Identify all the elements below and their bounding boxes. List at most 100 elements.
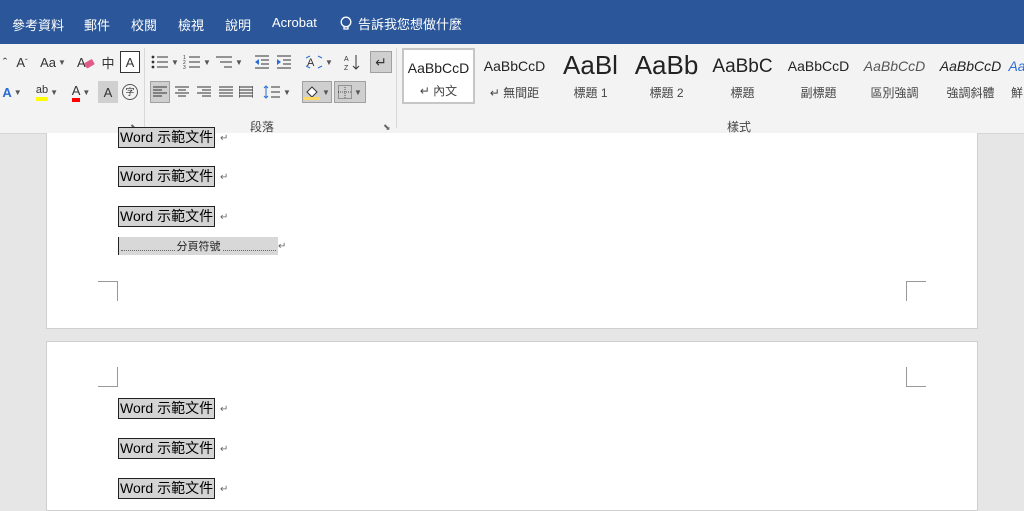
grow-font-icon[interactable]: ˆ	[0, 51, 10, 73]
borders-button[interactable]: ▼	[334, 81, 366, 103]
enclose-characters-button[interactable]: 字	[120, 81, 140, 103]
ribbon-tab-bar: 參考資料 郵件 校閱 檢視 說明 Acrobat 告訴我您想做什麼	[0, 0, 1024, 44]
chevron-down-icon: ▼	[235, 57, 243, 67]
page-break-label: 分頁符號	[176, 241, 221, 253]
style-heading-1[interactable]: AaBl 標題 1	[554, 48, 627, 104]
phonetic-guide-button[interactable]: 中	[98, 51, 118, 73]
chinese-layout-button[interactable]: A ▼	[304, 51, 334, 73]
decrease-indent-icon	[255, 55, 269, 69]
page-break-marker[interactable]: 分頁符號	[118, 237, 278, 255]
multilevel-list-button[interactable]: ▼	[214, 51, 244, 73]
style-heading-2[interactable]: AaBb 標題 2	[630, 48, 703, 104]
font-color-button[interactable]: A ▼	[66, 81, 96, 103]
paragraph-dialog-launcher-icon[interactable]: ⬊	[383, 122, 391, 133]
tab-acrobat[interactable]: Acrobat	[272, 15, 317, 30]
tab-view[interactable]: 檢視	[178, 15, 204, 34]
show-hide-marks-button[interactable]: ↵	[370, 51, 392, 73]
highlight-button[interactable]: ab ▼	[32, 81, 62, 103]
align-center-button[interactable]	[172, 81, 192, 103]
svg-text:A: A	[344, 56, 349, 63]
numbered-list-icon: 123	[183, 55, 201, 69]
distributed-button[interactable]	[236, 81, 256, 103]
paint-bucket-icon	[304, 86, 321, 100]
align-right-button[interactable]	[194, 81, 214, 103]
crop-mark	[906, 281, 926, 301]
document-page-1[interactable]	[46, 133, 978, 329]
line-spacing-icon	[263, 85, 281, 99]
ribbon-home: ˆ Aˇ Aa▼ A 中 A A▼ ab▼ A▼ A 字 ⬊ ▼ 123▼ ▼ …	[0, 44, 1024, 134]
tab-help[interactable]: 說明	[225, 15, 251, 34]
numbering-button[interactable]: 1 2 3 ▼	[182, 51, 212, 73]
decrease-indent-button[interactable]	[252, 51, 272, 73]
paragraph-mark: ↵	[220, 484, 229, 495]
text-line[interactable]: Word 示範文件	[118, 438, 216, 459]
borders-icon	[338, 85, 353, 99]
chevron-down-icon: ▼	[57, 57, 66, 67]
text-line[interactable]: Word 示範文件	[118, 398, 216, 419]
ribbon-separator	[396, 48, 397, 128]
tab-mailings[interactable]: 郵件	[84, 15, 110, 34]
chinese-layout-icon: A	[305, 55, 323, 69]
chevron-down-icon: ▼	[50, 87, 59, 97]
tab-review[interactable]: 校閱	[131, 15, 157, 34]
chevron-down-icon: ▼	[171, 57, 179, 67]
style-subtle-emphasis[interactable]: AaBbCcD 區別強調	[858, 48, 931, 104]
svg-text:A: A	[77, 55, 86, 70]
style-intense-emphasis[interactable]: Aa 鮮	[1002, 48, 1024, 104]
shading-button[interactable]: ▼	[302, 81, 332, 103]
style-subtitle[interactable]: AaBbCcD 副標題	[782, 48, 855, 104]
chevron-down-icon: ▼	[322, 87, 330, 97]
style-title[interactable]: AaBbC 標題	[706, 48, 779, 104]
paragraph-mark-icon: ↵	[375, 53, 387, 70]
shrink-font-button[interactable]: Aˇ	[12, 51, 32, 73]
increase-indent-icon	[277, 55, 291, 69]
text-line[interactable]: Word 示範文件	[118, 166, 216, 187]
text-line[interactable]: Word 示範文件	[118, 206, 216, 227]
paragraph-mark: ↵	[220, 172, 229, 183]
eraser-icon: A	[77, 55, 95, 70]
chevron-down-icon: ▼	[82, 87, 91, 97]
char-border-button[interactable]: A	[120, 51, 140, 73]
text-line[interactable]: Word 示範文件	[118, 127, 216, 148]
ribbon-separator	[144, 48, 145, 128]
text-line[interactable]: Word 示範文件	[118, 478, 216, 499]
dotted-line	[121, 242, 175, 251]
chevron-down-icon: ▼	[13, 87, 22, 97]
lightbulb-icon	[340, 16, 352, 30]
style-no-spacing[interactable]: AaBbCcD ↵ 無間距	[478, 48, 551, 104]
line-spacing-button[interactable]: ▼	[262, 81, 292, 103]
increase-indent-button[interactable]	[274, 51, 294, 73]
crop-mark	[98, 281, 118, 301]
align-right-icon	[197, 86, 211, 97]
svg-text:Z: Z	[344, 65, 349, 71]
styles-gallery: AaBbCcD ↵ 內文 AaBbCcD ↵ 無間距 AaBl 標題 1 AaB…	[400, 46, 1024, 106]
paragraph-mark: ↵	[220, 444, 229, 455]
tell-me-text: 告訴我您想做什麼	[358, 17, 463, 32]
bullet-list-icon	[151, 55, 169, 69]
change-case-button[interactable]: Aa ▼	[38, 51, 68, 73]
crop-mark	[906, 367, 926, 387]
sort-button[interactable]: AZ	[342, 51, 362, 73]
chevron-down-icon: ▼	[283, 87, 291, 97]
chevron-down-icon: ▼	[354, 87, 362, 97]
chevron-down-icon: ▼	[203, 57, 211, 67]
distributed-icon	[239, 86, 253, 98]
dotted-line	[222, 242, 276, 251]
style-emphasis[interactable]: AaBbCcD 強調斜體	[934, 48, 1007, 104]
tab-references[interactable]: 參考資料	[12, 15, 64, 34]
justify-icon	[219, 86, 233, 97]
clear-formatting-button[interactable]: A	[76, 51, 96, 73]
style-normal[interactable]: AaBbCcD ↵ 內文	[402, 48, 475, 104]
bullets-button[interactable]: ▼	[150, 51, 180, 73]
text-effect-button[interactable]: A ▼	[2, 81, 22, 103]
paragraph-mark: ↵	[220, 212, 229, 223]
justify-button[interactable]	[216, 81, 236, 103]
tell-me-search[interactable]: 告訴我您想做什麼	[340, 14, 462, 33]
char-shading-button[interactable]: A	[98, 81, 118, 103]
chevron-down-icon: ▼	[325, 57, 333, 67]
paragraph-mark: ↵	[220, 133, 229, 144]
svg-text:3: 3	[183, 65, 186, 69]
paragraph-mark: ↵	[220, 404, 229, 415]
crop-mark	[98, 367, 118, 387]
align-left-button[interactable]	[150, 81, 170, 103]
